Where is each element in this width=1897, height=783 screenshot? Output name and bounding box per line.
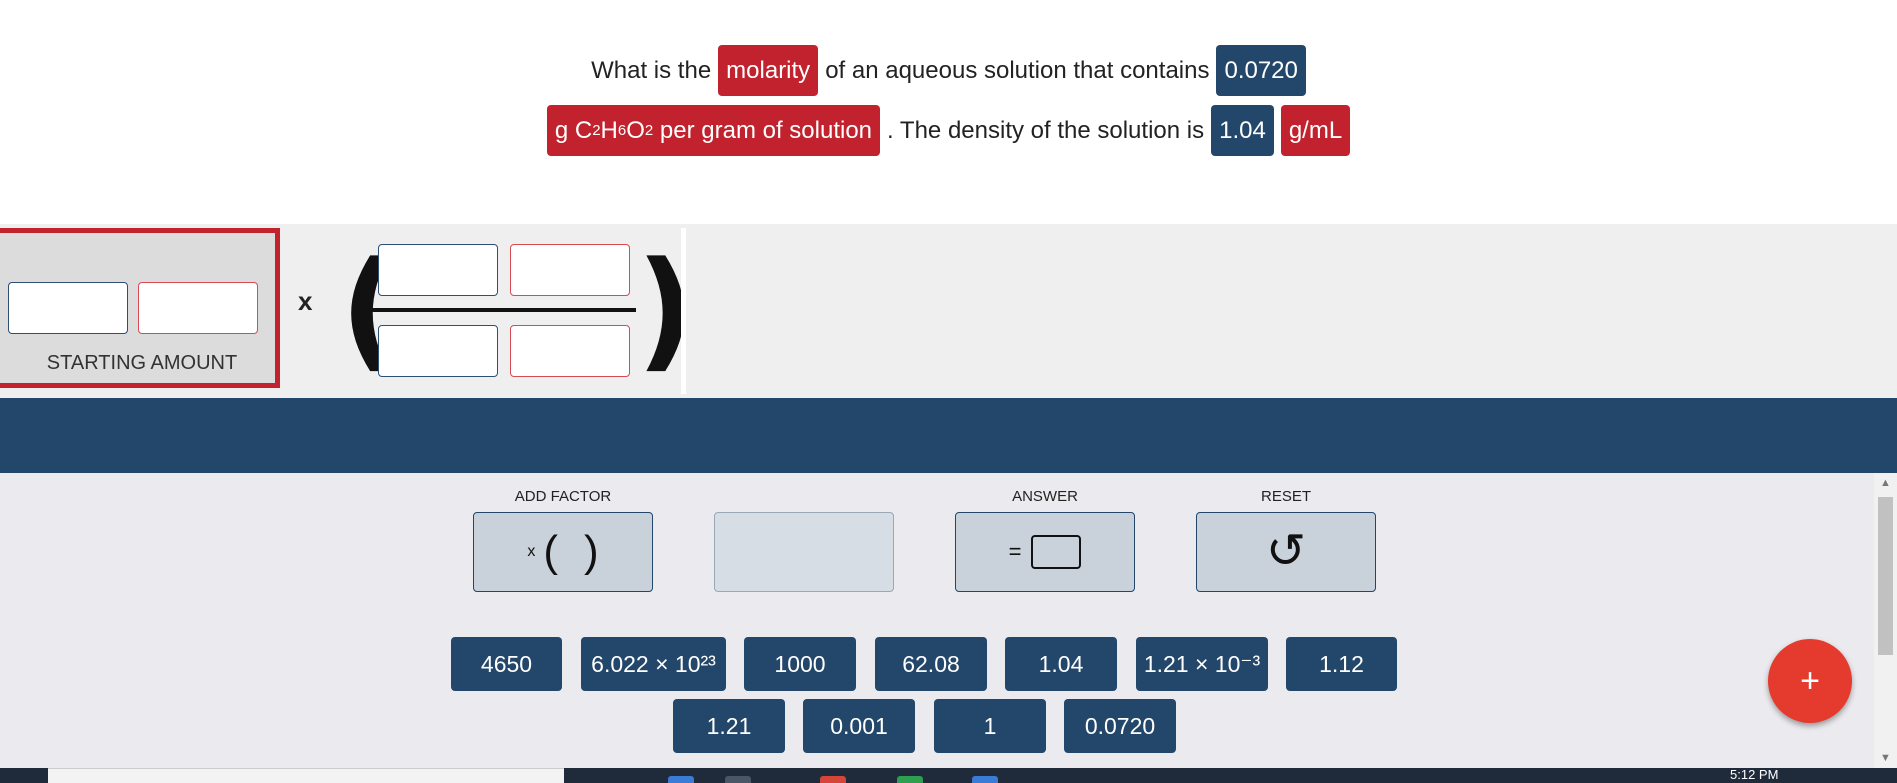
os-taskbar: 5:12 PM [0,767,1897,783]
fraction-line [372,308,636,312]
number-tile[interactable]: 0.001 [803,699,915,753]
scroll-up-icon[interactable]: ▲ [1874,473,1897,493]
density-unit-chip: g/mL [1280,105,1351,156]
starting-unit-slot[interactable] [138,282,258,334]
multiply-sign: x [298,286,313,316]
answer-label: ANSWER [1012,488,1078,505]
unit-text: g C [554,116,593,144]
taskbar-app-icon[interactable] [972,776,998,783]
answer-button[interactable]: = [955,512,1135,592]
taskbar-app-icon[interactable] [668,776,694,783]
number-tile[interactable]: 1000 [744,637,856,691]
question-panel: What is the molarity of an aqueous solut… [0,0,1897,224]
starting-amount-label: STARTING AMOUNT [46,352,238,374]
unit-text: per gram of solution [653,116,873,144]
add-factor-icon: x ( ) [527,527,599,576]
factor-denominator-unit-slot[interactable] [510,325,630,377]
molarity-chip: molarity [718,45,819,96]
taskbar-app-icon[interactable] [725,776,751,783]
add-factor-button[interactable]: x ( ) [473,512,653,592]
number-tile[interactable]: 1.04 [1005,637,1117,691]
tools-panel: ADD FACTOR x ( ) ANSWER = RESET ↺ 4650 6… [0,473,1897,768]
number-tile[interactable]: 1.21 × 10⁻³ [1136,637,1268,691]
factor-numerator-value-slot[interactable] [378,244,498,296]
number-tile[interactable]: 6.022 × 10²³ [581,637,726,691]
density-chip: 1.04 [1211,105,1274,156]
question-text: What is the [591,56,712,84]
starting-value-slot[interactable] [8,282,128,334]
number-tile[interactable]: 4650 [451,637,562,691]
unit-text: H [600,116,618,144]
factor-denominator-value-slot[interactable] [378,325,498,377]
unit-chip: g C2H6O2 per gram of solution [546,105,881,156]
workspace: STARTING AMOUNT x ( ) [0,224,1897,398]
workspace-divider [681,228,686,394]
close-paren: ) [636,233,696,385]
number-tile[interactable]: 1.12 [1286,637,1397,691]
vertical-scrollbar[interactable]: ▲ ▼ [1874,473,1897,768]
scroll-down-icon[interactable]: ▼ [1874,748,1897,768]
question-text: . The density of the solution is [887,116,1205,144]
reset-label: RESET [1260,488,1311,505]
answer-icon: = [1009,535,1082,569]
reset-icon: ↺ [1265,525,1307,578]
taskbar-app-icon[interactable] [897,776,923,783]
unit-text: O [626,116,645,144]
number-tile[interactable]: 1 [934,699,1046,753]
question-text: of an aqueous solution that contains [825,56,1210,84]
add-factor-label: ADD FACTOR [514,488,612,505]
starting-amount-box[interactable]: STARTING AMOUNT [0,228,280,388]
taskbar-app-icon[interactable] [820,776,846,783]
number-tile[interactable]: 1.21 [673,699,785,753]
question-line-2: g C2H6O2 per gram of solution . The dens… [0,105,1897,156]
reset-button[interactable]: ↺ [1196,512,1376,592]
taskbar-clock: 5:12 PM [1730,767,1779,782]
question-line-1: What is the molarity of an aqueous solut… [0,45,1897,96]
taskbar-search-field[interactable] [48,768,564,783]
scroll-thumb[interactable] [1878,497,1893,655]
add-fab-button[interactable]: + [1768,639,1852,723]
number-tile[interactable]: 62.08 [875,637,987,691]
empty-tool-slot [714,512,894,592]
number-tile[interactable]: 0.0720 [1064,699,1176,753]
factor-numerator-unit-slot[interactable] [510,244,630,296]
amount-chip: 0.0720 [1216,45,1306,96]
blue-band [0,398,1897,473]
